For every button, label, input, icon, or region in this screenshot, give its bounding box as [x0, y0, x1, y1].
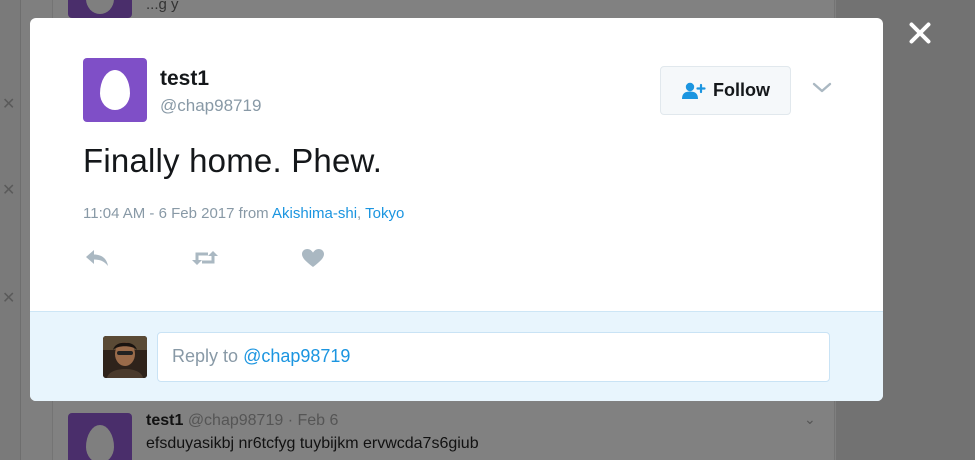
close-icon[interactable]: [903, 16, 937, 50]
background-tweet-name: test1: [146, 412, 184, 429]
follow-button[interactable]: Follow: [660, 66, 791, 115]
from-label: from: [238, 205, 269, 222]
tweet-timestamp[interactable]: 11:04 AM - 6 Feb 2017: [83, 205, 235, 222]
background-tweet-separator: ·: [287, 412, 294, 429]
reply-icon[interactable]: [83, 246, 111, 270]
author-name[interactable]: test1: [160, 67, 209, 91]
background-chevron-down-icon: ⌄: [804, 412, 816, 428]
dismiss-icon: ✕: [2, 180, 16, 199]
dismiss-icon: ✕: [2, 288, 16, 307]
background-partial-text: ...g y: [146, 0, 179, 13]
background-avatar: [68, 0, 132, 18]
background-tweet-handle: @chap98719: [187, 412, 284, 429]
avatar[interactable]: [83, 58, 147, 122]
chevron-down-icon[interactable]: [811, 80, 833, 96]
reply-placeholder-mention: @chap98719: [243, 346, 351, 366]
background-divider: [20, 0, 21, 460]
tweet-modal: test1 @chap98719 Follow Finally home. Ph…: [30, 18, 883, 401]
add-user-icon: [682, 82, 706, 99]
location-region-link[interactable]: Tokyo: [365, 205, 404, 222]
background-tweet-avatar: [68, 413, 132, 460]
current-user-avatar: [103, 336, 147, 378]
tweet-text: Finally home. Phew.: [83, 142, 383, 179]
egg-avatar-icon: [100, 70, 130, 110]
follow-button-label: Follow: [713, 80, 770, 100]
dismiss-icon: ✕: [2, 94, 16, 113]
like-icon[interactable]: [299, 246, 327, 270]
background-left-strip: [0, 0, 20, 460]
tweet-meta: 11:04 AM - 6 Feb 2017 from Akishima-shi,…: [83, 205, 404, 222]
author-handle[interactable]: @chap98719: [160, 96, 261, 116]
background-tweet-header: test1 @chap98719 · Feb 6: [146, 412, 338, 430]
background-tweet-date: Feb 6: [297, 412, 339, 429]
reply-input[interactable]: Reply to @chap98719: [157, 332, 830, 382]
retweet-icon[interactable]: [191, 246, 219, 270]
location-separator: ,: [357, 205, 362, 222]
location-city-link[interactable]: Akishima-shi: [272, 205, 357, 222]
reply-placeholder-prefix: Reply to: [172, 346, 239, 366]
background-tweet-text: efsduyasikbj nr6tcfyg tuybijkm ervwcda7s…: [146, 435, 479, 452]
reply-area: Reply to @chap98719: [30, 311, 883, 401]
